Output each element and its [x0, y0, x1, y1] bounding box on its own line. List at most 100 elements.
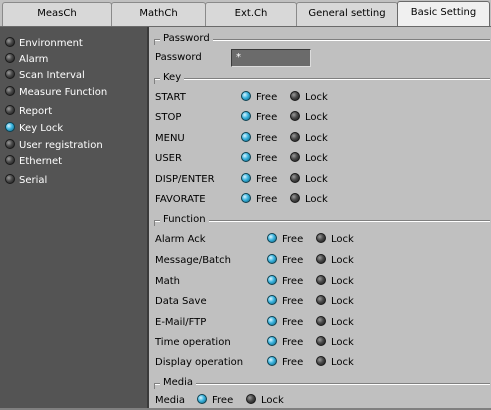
- function-time-operation-free-radio[interactable]: Free: [267, 336, 303, 350]
- function-message-batch-lock-radio[interactable]: Lock: [316, 254, 354, 268]
- radio-unselected-icon: [316, 233, 326, 243]
- key-favorate-free-radio[interactable]: Free: [241, 193, 277, 207]
- radio-unselected-icon: [290, 111, 300, 121]
- key-disp-enter-lock-radio[interactable]: Lock: [290, 173, 328, 187]
- radio-selected-icon: [241, 132, 251, 142]
- radio-selected-icon: [241, 173, 251, 183]
- key-user-free-radio[interactable]: Free: [241, 152, 277, 166]
- radio-selected-icon: [267, 254, 277, 264]
- key-stop-lock-radio[interactable]: Lock: [290, 111, 328, 125]
- key-favorate-lock-radio[interactable]: Lock: [290, 193, 328, 207]
- sidebar-item-scan-interval[interactable]: Scan Interval: [5, 68, 85, 83]
- password-field[interactable]: *: [231, 49, 311, 67]
- radio-selected-icon: [241, 152, 251, 162]
- sidebar-item-label: User registration: [19, 140, 103, 151]
- function-alarm-ack-free-radio[interactable]: Free: [267, 233, 303, 247]
- radio-unselected-icon: [5, 155, 15, 165]
- function-time-operation-lock-radio[interactable]: Lock: [316, 336, 354, 350]
- sidebar: Environment Alarm Scan Interval Measure …: [0, 27, 149, 410]
- radio-unselected-icon: [290, 193, 300, 203]
- sidebar-item-serial[interactable]: Serial: [5, 173, 47, 188]
- function-row-label: E-Mail/FTP: [155, 317, 207, 328]
- function-row-label: Math: [155, 276, 181, 287]
- radio-unselected-icon: [316, 295, 326, 305]
- media-lock-radio[interactable]: Lock: [246, 394, 284, 408]
- tab-measch[interactable]: MeasCh: [2, 2, 112, 26]
- sidebar-item-label: Report: [19, 106, 53, 117]
- sidebar-item-environment[interactable]: Environment: [5, 36, 83, 51]
- radio-unselected-icon: [246, 394, 256, 404]
- key-start-free-radio[interactable]: Free: [241, 91, 277, 105]
- radio-unselected-icon: [290, 173, 300, 183]
- function-row-label: Data Save: [155, 296, 207, 307]
- radio-unselected-icon: [316, 336, 326, 346]
- sidebar-item-user-registration[interactable]: User registration: [5, 138, 103, 153]
- radio-unselected-icon: [5, 86, 15, 96]
- function-email-ftp-free-radio[interactable]: Free: [267, 316, 303, 330]
- radio-unselected-icon: [5, 69, 15, 79]
- function-group-title: Function: [160, 214, 209, 226]
- key-disp-enter-free-radio[interactable]: Free: [241, 173, 277, 187]
- key-start-lock-radio[interactable]: Lock: [290, 91, 328, 105]
- radio-selected-icon: [267, 275, 277, 285]
- tab-general-setting[interactable]: General setting: [296, 2, 398, 26]
- media-row-label: Media: [155, 395, 186, 406]
- key-menu-free-radio[interactable]: Free: [241, 132, 277, 146]
- function-math-lock-radio[interactable]: Lock: [316, 275, 354, 289]
- radio-selected-icon: [241, 193, 251, 203]
- key-row-label: FAVORATE: [155, 194, 206, 205]
- key-row-label: STOP: [155, 112, 182, 123]
- function-group-header: Function: [154, 214, 490, 226]
- radio-unselected-icon: [316, 316, 326, 326]
- key-row-label: START: [155, 92, 186, 103]
- function-data-save-free-radio[interactable]: Free: [267, 295, 303, 309]
- tab-basic-setting[interactable]: Basic Setting: [397, 1, 490, 27]
- radio-unselected-icon: [5, 174, 15, 184]
- sidebar-item-key-lock[interactable]: Key Lock: [5, 121, 63, 136]
- radio-selected-icon: [267, 295, 277, 305]
- sidebar-item-label: Serial: [19, 175, 48, 186]
- sidebar-item-measure-function[interactable]: Measure Function: [5, 85, 107, 100]
- password-label: Password: [155, 52, 202, 63]
- function-email-ftp-lock-radio[interactable]: Lock: [316, 316, 354, 330]
- key-user-lock-radio[interactable]: Lock: [290, 152, 328, 166]
- function-row-label: Display operation: [155, 357, 244, 368]
- radio-selected-icon: [267, 336, 277, 346]
- radio-selected-icon: [197, 394, 207, 404]
- tab-extch[interactable]: Ext.Ch: [205, 2, 297, 26]
- function-alarm-ack-lock-radio[interactable]: Lock: [316, 233, 354, 247]
- sidebar-item-label: Ethernet: [19, 156, 63, 167]
- media-group-title: Media: [160, 377, 197, 389]
- radio-selected-icon: [241, 91, 251, 101]
- key-stop-free-radio[interactable]: Free: [241, 111, 277, 125]
- key-group-title: Key: [160, 72, 185, 84]
- function-data-save-lock-radio[interactable]: Lock: [316, 295, 354, 309]
- sidebar-item-alarm[interactable]: Alarm: [5, 52, 48, 67]
- password-group-header: Password: [154, 33, 490, 45]
- media-group-header: Media: [154, 377, 490, 389]
- sidebar-item-label: Environment: [19, 38, 83, 49]
- function-display-operation-free-radio[interactable]: Free: [267, 356, 303, 370]
- function-math-free-radio[interactable]: Free: [267, 275, 303, 289]
- radio-unselected-icon: [290, 152, 300, 162]
- radio-unselected-icon: [316, 356, 326, 366]
- radio-selected-icon: [241, 111, 251, 121]
- sidebar-item-label: Key Lock: [19, 123, 64, 134]
- sidebar-item-report[interactable]: Report: [5, 104, 52, 119]
- main-panel: Password Password * Key START Free Lock …: [151, 27, 491, 410]
- tab-mathch[interactable]: MathCh: [111, 2, 206, 26]
- radio-unselected-icon: [290, 132, 300, 142]
- sidebar-item-ethernet[interactable]: Ethernet: [5, 154, 62, 169]
- function-row-label: Alarm Ack: [155, 234, 206, 245]
- function-message-batch-free-radio[interactable]: Free: [267, 254, 303, 268]
- media-free-radio[interactable]: Free: [197, 394, 233, 408]
- key-row-label: DISP/ENTER: [155, 174, 215, 185]
- radio-selected-icon: [267, 356, 277, 366]
- tab-bar: MeasCh MathCh Ext.Ch General setting Bas…: [0, 0, 491, 27]
- radio-unselected-icon: [5, 53, 15, 63]
- radio-unselected-icon: [5, 105, 15, 115]
- function-display-operation-lock-radio[interactable]: Lock: [316, 356, 354, 370]
- key-menu-lock-radio[interactable]: Lock: [290, 132, 328, 146]
- key-row-label: MENU: [155, 133, 185, 144]
- password-group-title: Password: [160, 33, 213, 45]
